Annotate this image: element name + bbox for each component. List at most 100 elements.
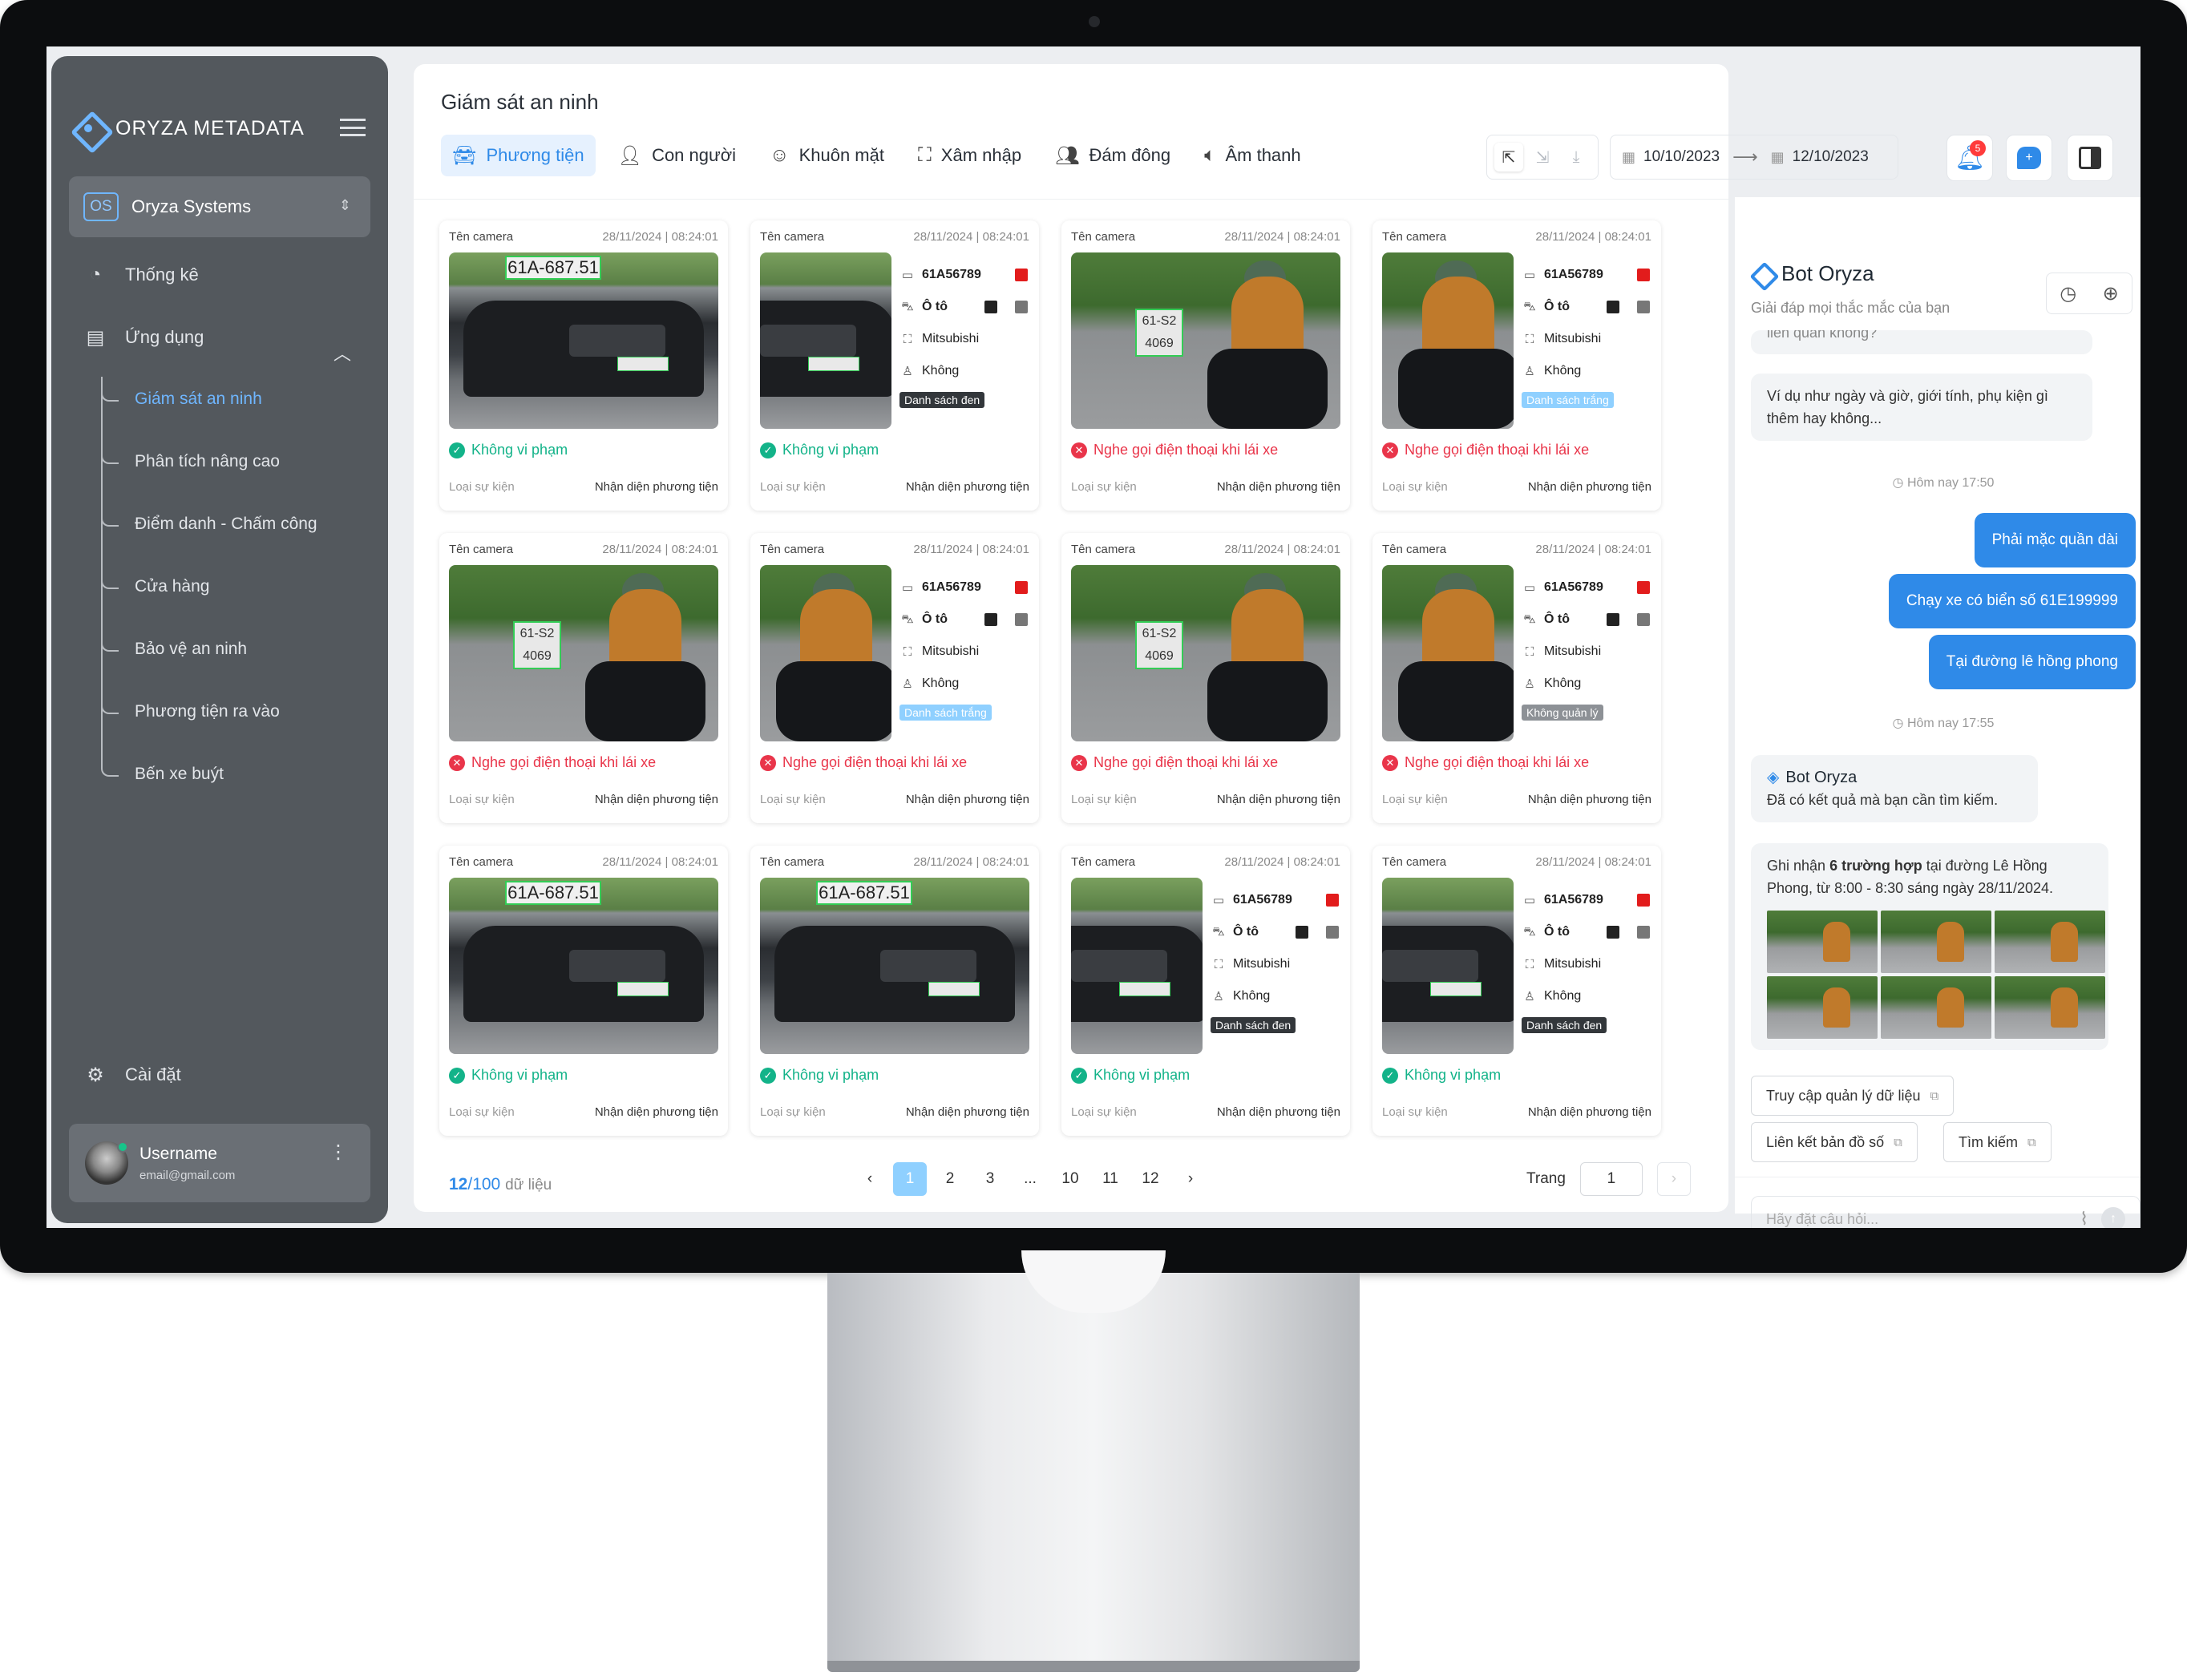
nav-item-apps[interactable]: ▤ Ứng dụng — [83, 325, 204, 349]
page-button[interactable]: 12 — [1134, 1162, 1167, 1196]
event-snapshot[interactable]: 61A-687.51 — [449, 252, 718, 429]
new-chat-icon[interactable]: ⊕ — [2103, 282, 2119, 305]
tab-people[interactable]: 👤︎ Con người — [607, 135, 747, 176]
sub-item-attendance[interactable]: Điểm danh - Chấm công — [101, 515, 317, 534]
nav-item-stats[interactable]: ◔ Thống kê — [83, 263, 199, 287]
result-thumbnail[interactable] — [1995, 911, 2105, 973]
event-snapshot[interactable]: 61-S2 4069 — [449, 565, 718, 741]
event-snapshot[interactable] — [760, 565, 891, 741]
sub-item-bus-station[interactable]: Bến xe buýt — [101, 765, 224, 784]
search-link[interactable]: Tìm kiếm ⧉ — [1943, 1122, 2052, 1162]
page-button[interactable]: 3 — [973, 1162, 1007, 1196]
export-icon[interactable]: ⇲ — [1528, 143, 1557, 172]
chevron-up-icon[interactable]: ︿ — [334, 340, 351, 365]
result-thumbnail[interactable] — [1881, 911, 1991, 973]
notification-button[interactable]: 🔔︎ 5 — [1946, 135, 1993, 181]
scan-icon: ⛶ — [1214, 957, 1223, 971]
event-card[interactable]: Tên camera 28/11/2024 | 08:24:01 ▭ 61A56789… — [1061, 846, 1350, 1136]
page-button[interactable]: ... — [1013, 1162, 1047, 1196]
page-button[interactable]: 10 — [1053, 1162, 1087, 1196]
tab-face[interactable]: ☺ Khuôn mặt — [758, 135, 895, 176]
color-swatch — [1607, 926, 1619, 939]
send-icon[interactable]: ↑ — [2101, 1207, 2125, 1228]
event-card[interactable]: Tên camera 28/11/2024 | 08:24:01 ▭ 61A56789… — [1372, 220, 1661, 511]
event-card[interactable]: Tên camera 28/11/2024 | 08:24:01 ▭ 61A56789… — [750, 220, 1039, 511]
menu-icon[interactable] — [340, 119, 366, 136]
page-button[interactable]: 2 — [933, 1162, 967, 1196]
event-card[interactable]: Tên camera 28/11/2024 | 08:24:01 61-S2 406… — [1061, 533, 1350, 823]
chevron-right-icon[interactable]: › — [1174, 1162, 1207, 1196]
scan-icon: ⛶ — [903, 644, 912, 659]
car-icon: 🚘︎ — [452, 144, 477, 167]
nav-item-settings[interactable]: ⚙ Cài đặt — [83, 1063, 180, 1087]
tab-crowd[interactable]: 👥︎ Đám đông — [1044, 135, 1182, 176]
event-snapshot[interactable] — [1382, 565, 1514, 741]
result-thumbnail[interactable] — [1995, 976, 2105, 1039]
event-snapshot[interactable] — [1382, 878, 1514, 1054]
chevron-left-icon[interactable]: ‹ — [853, 1162, 887, 1196]
car-icon: ⛍ — [1523, 612, 1536, 626]
page-button[interactable]: 11 — [1094, 1162, 1127, 1196]
result-thumbnail[interactable] — [1767, 911, 1878, 973]
sub-item-security-guard[interactable]: Bảo vệ an ninh — [101, 640, 247, 659]
sub-item-security-monitoring[interactable]: Giám sát an ninh — [101, 390, 262, 409]
page-jump-input[interactable]: 1 — [1579, 1162, 1643, 1196]
tab-intrusion[interactable]: ⛶ Xâm nhập — [907, 135, 1033, 176]
color-swatch — [1637, 581, 1650, 594]
event-card[interactable]: Tên camera 28/11/2024 | 08:24:01 61A-687.5… — [439, 220, 728, 511]
result-thumbnail[interactable] — [1881, 976, 1991, 1039]
event-time: 28/11/2024 | 08:24:01 — [1224, 543, 1340, 556]
chat-input[interactable]: Hãy đặt câu hỏi... ⌇ ↑ — [1751, 1196, 2141, 1228]
event-snapshot[interactable] — [1071, 878, 1203, 1054]
event-card[interactable]: Tên camera 28/11/2024 | 08:24:01 61A-687.5… — [439, 846, 728, 1136]
sub-item-store[interactable]: Cửa hàng — [101, 577, 209, 596]
event-card[interactable]: Tên camera 28/11/2024 | 08:24:01 61-S2 406… — [439, 533, 728, 823]
sub-item-vehicle-access[interactable]: Phương tiện ra vào — [101, 702, 280, 721]
event-card[interactable]: Tên camera 28/11/2024 | 08:24:01 61-S2 406… — [1061, 220, 1350, 511]
org-name: Oryza Systems — [131, 196, 252, 216]
event-snapshot[interactable]: 61-S2 4069 — [1071, 252, 1340, 429]
event-type-value: Nhận diện phương tiện — [594, 480, 718, 494]
event-snapshot[interactable]: 61-S2 4069 — [1071, 565, 1340, 741]
share-icon[interactable]: ⇱ — [1494, 143, 1523, 172]
event-snapshot[interactable] — [760, 252, 891, 429]
chevron-right-icon[interactable]: › — [1656, 1162, 1691, 1196]
color-swatch — [1015, 301, 1028, 313]
brand-attr: ⛶ Mitsubishi — [1522, 636, 1650, 668]
event-card[interactable]: Tên camera 28/11/2024 | 08:24:01 ▭ 61A56789… — [1372, 846, 1661, 1136]
more-vertical-icon[interactable]: ⋮ — [329, 1143, 348, 1162]
result-thumbnail[interactable] — [1767, 976, 1878, 1039]
event-card[interactable]: Tên camera 28/11/2024 | 08:24:01 61A-687.5… — [750, 846, 1039, 1136]
tab-sound[interactable]: 🔈︎ Âm thanh — [1193, 135, 1312, 176]
event-snapshot[interactable]: 61A-687.51 — [449, 878, 718, 1054]
date-range-picker[interactable]: ▦ 10/10/2023 ⟶ ▦ 12/10/2023 — [1610, 135, 1898, 180]
download-icon[interactable]: ⤓ — [1562, 143, 1591, 172]
online-status-icon — [117, 1141, 128, 1153]
history-icon[interactable]: ◷ — [2060, 282, 2076, 305]
chat-message-bot: Ví dụ như ngày và giờ, giới tính, phụ ki… — [1751, 374, 2092, 441]
chat-panel: Bot Oryza Giải đáp mọi thắc mắc của bạn … — [1735, 197, 2141, 1228]
user-profile[interactable]: Username email@gmail.com ⋮ — [69, 1124, 370, 1202]
brand-attr: ⛶ Mitsubishi — [1211, 948, 1339, 980]
event-snapshot[interactable] — [1382, 252, 1514, 429]
event-card[interactable]: Tên camera 28/11/2024 | 08:24:01 ▭ 61A56789… — [750, 533, 1039, 823]
sub-item-advanced-analysis[interactable]: Phân tích nâng cao — [101, 452, 280, 471]
event-time: 28/11/2024 | 08:24:01 — [602, 230, 718, 244]
car-grille — [1071, 950, 1167, 982]
event-snapshot[interactable]: 61A-687.51 — [760, 878, 1029, 1054]
event-card[interactable]: Tên camera 28/11/2024 | 08:24:01 ▭ 61A56789… — [1372, 533, 1661, 823]
notification-badge: 5 — [1970, 140, 1986, 156]
pie-chart-icon: ◔ — [89, 264, 102, 285]
tab-vehicle[interactable]: 🚘︎ Phương tiện — [441, 135, 596, 176]
violation-status: ✕ Nghe gọi điện thoại khi lái xe — [1382, 442, 1589, 458]
car-icon: ⛍ — [901, 299, 914, 313]
map-link[interactable]: Liên kết bản đồ số ⧉ — [1751, 1122, 1918, 1162]
page-button[interactable]: 1 — [893, 1162, 927, 1196]
paperclip-icon[interactable]: ⌇ — [2080, 1209, 2088, 1228]
detected-plate: 61A-687.51 — [816, 881, 912, 905]
chatbot-button[interactable]: + — [2006, 135, 2052, 181]
event-type-value: Nhận diện phương tiện — [1527, 1105, 1651, 1119]
org-switcher[interactable]: OS Oryza Systems ⇕ — [69, 176, 370, 237]
toggle-panel-button[interactable] — [2067, 135, 2113, 181]
data-management-link[interactable]: Truy cập quản lý dữ liệu ⧉ — [1751, 1076, 1955, 1116]
